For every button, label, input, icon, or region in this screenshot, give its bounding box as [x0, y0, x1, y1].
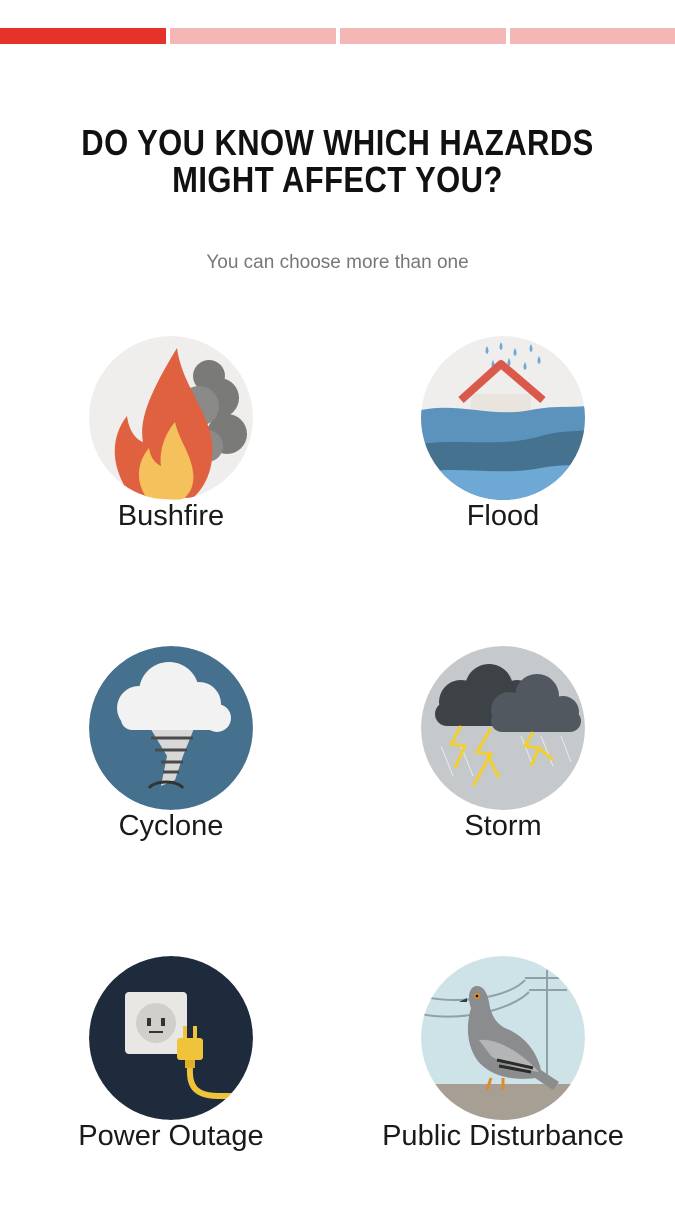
hazard-option-cyclone[interactable]: Cyclone [21, 646, 321, 896]
storm-cloud-lightning-icon [421, 646, 585, 810]
progress-segment [510, 28, 675, 44]
page-title-line-2: MIGHT AFFECT YOU? [172, 159, 503, 200]
fire-icon [89, 336, 253, 500]
hazard-label: Cyclone [118, 810, 224, 842]
progress-bar [0, 28, 675, 44]
hazard-label: Bushfire [117, 500, 225, 532]
hazard-option-bushfire[interactable]: Bushfire [21, 336, 321, 586]
page-title-line-1: DO YOU KNOW WHICH HAZARDS [81, 122, 594, 163]
hazard-option-public-disturbance[interactable]: Public Disturbance [353, 956, 653, 1206]
power-plug-outlet-icon [89, 956, 253, 1120]
hazard-option-power-outage[interactable]: Power Outage [21, 956, 321, 1206]
hazard-label: Public Disturbance [382, 1120, 624, 1152]
progress-segment [170, 28, 336, 44]
hazard-label: Storm [464, 810, 542, 842]
hazard-label: Flood [466, 500, 540, 532]
flooded-house-icon [421, 336, 585, 500]
hazard-option-storm[interactable]: Storm [353, 646, 653, 896]
tornado-cloud-icon [89, 646, 253, 810]
page-subtitle: You can choose more than one [206, 252, 469, 273]
hazard-option-flood[interactable]: Flood [353, 336, 653, 586]
hazard-label: Power Outage [78, 1120, 264, 1152]
progress-segment [340, 28, 506, 44]
progress-segment-active [0, 28, 166, 44]
pigeon-icon [421, 956, 585, 1120]
page-title: DO YOU KNOW WHICH HAZARDS MIGHT AFFECT Y… [47, 124, 628, 198]
